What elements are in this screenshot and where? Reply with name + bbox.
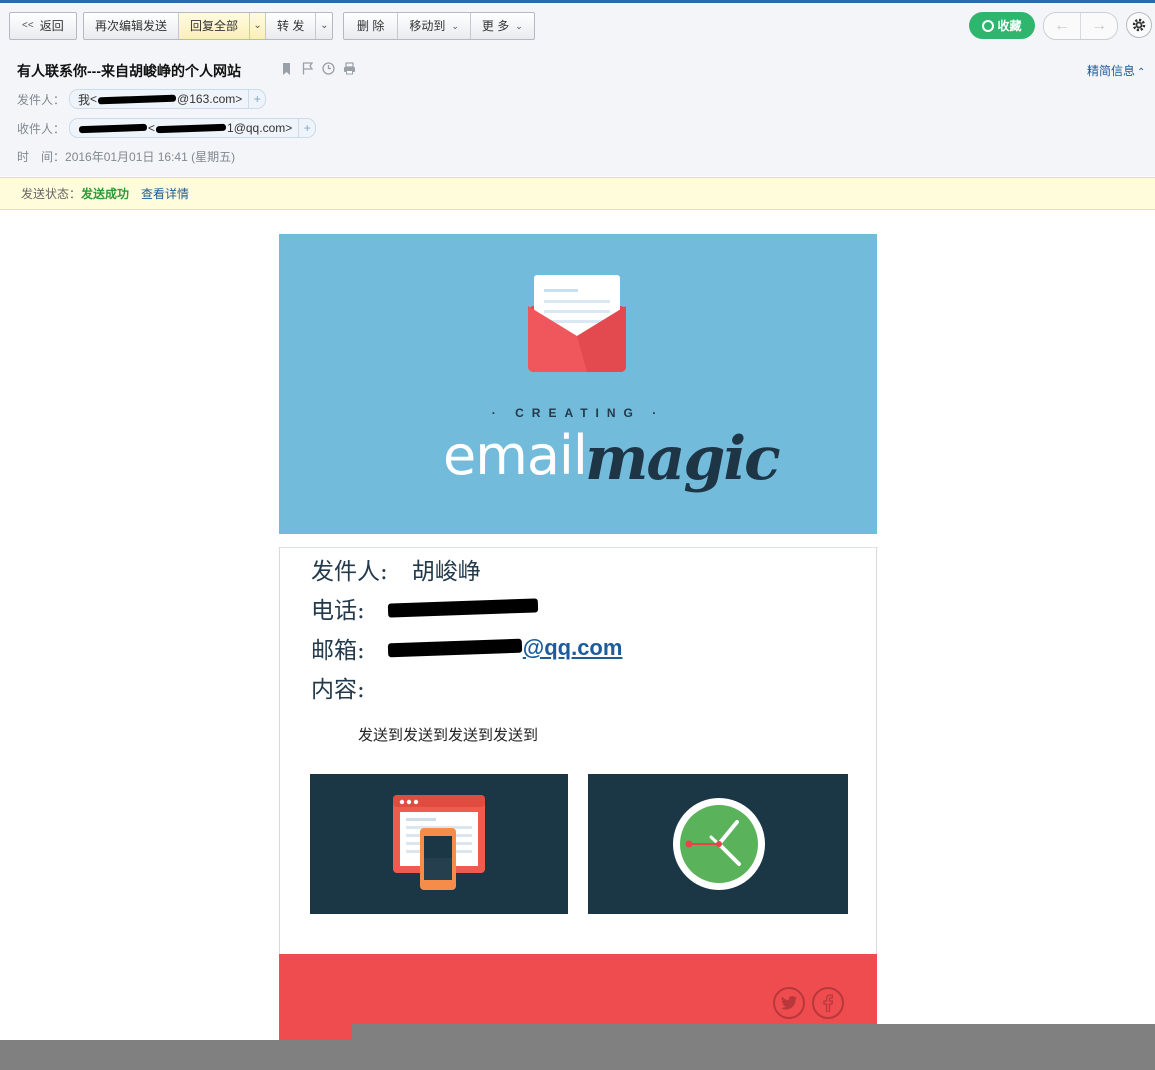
- reply-dropdown-button[interactable]: ⌄: [250, 13, 267, 39]
- email-link[interactable]: @qq.com: [387, 635, 623, 661]
- flag-icon[interactable]: [301, 62, 314, 75]
- redaction-mark: [155, 123, 227, 133]
- forward-dropdown-button[interactable]: ⌄: [316, 13, 332, 39]
- sender-domain: @163.com>: [177, 92, 243, 106]
- clock-icon[interactable]: [322, 62, 335, 75]
- delete-button[interactable]: 删 除: [344, 13, 399, 39]
- email-domain: @qq.com: [522, 635, 623, 660]
- resend-button[interactable]: 再次编辑发送: [84, 13, 180, 39]
- window-bottom-bar: [0, 1040, 1155, 1070]
- envelope-icon: [528, 275, 626, 372]
- redaction-mark: [387, 598, 538, 618]
- next-arrow-icon: →: [1091, 17, 1107, 34]
- time-row: 时 间： 2016年01月01日 16:41 (星期五): [17, 148, 235, 165]
- message-text: 发送到发送到发送到发送到: [358, 727, 539, 744]
- collapse-icon: ⌃: [1137, 67, 1146, 78]
- from-field: 发件人: 胡峻峥: [311, 552, 481, 586]
- twitter-button[interactable]: [773, 987, 805, 1019]
- brief-info-label: 精简信息: [1087, 64, 1136, 78]
- feature-tile-responsive: [310, 774, 568, 914]
- hero-title-bold: magic: [585, 424, 781, 494]
- dropdown-icon: ⌄: [253, 20, 262, 31]
- redaction-mark: [78, 123, 148, 133]
- dropdown-icon: ⌄: [320, 20, 329, 31]
- recipient-label: 收件人：: [17, 121, 66, 136]
- move-to-label: 移动到: [409, 19, 446, 33]
- content-field: 内容:: [311, 670, 365, 704]
- sender-name: 我: [78, 92, 91, 107]
- hero-subtitle: · CREATING ·: [491, 406, 665, 420]
- email-body-card: 发件人: 胡峻峥 电话: 邮箱: @qq.com 内容: 发送到发送到发送到发送…: [279, 548, 877, 954]
- content-label: 内容:: [311, 677, 365, 703]
- prev-arrow-icon: ←: [1054, 17, 1070, 34]
- add-recipient-icon[interactable]: +: [298, 119, 315, 137]
- forward-button[interactable]: 转 发: [266, 13, 317, 39]
- card-divider: [278, 534, 878, 548]
- chevron-down-icon: ⌄: [451, 21, 459, 31]
- email-hero-banner: · CREATING · email magic: [279, 234, 877, 534]
- phone-label: 电话:: [311, 598, 365, 624]
- email-label: 邮箱:: [311, 638, 365, 664]
- window-bottom-overlay: [352, 1024, 1155, 1040]
- recipient-domain: 1@qq.com>: [227, 121, 293, 135]
- phone-field: 电话:: [311, 591, 539, 625]
- facebook-icon: [823, 994, 833, 1012]
- recipient-chip[interactable]: <1@qq.com> +: [69, 118, 317, 138]
- redaction-mark: [97, 94, 177, 104]
- twitter-icon: [780, 996, 797, 1010]
- from-value: 胡峻峥: [411, 559, 481, 585]
- brief-info-link[interactable]: 精简信息 ⌃: [1087, 62, 1145, 79]
- time-label: 时 间：: [17, 150, 66, 164]
- reply-all-button[interactable]: 回复全部: [179, 13, 251, 39]
- favorite-label: 收藏: [997, 19, 1022, 33]
- responsive-devices-icon: [393, 795, 485, 890]
- back-label: 返回: [39, 19, 64, 33]
- send-status-value: 发送成功: [81, 187, 130, 201]
- redaction-mark: [387, 638, 522, 658]
- recipient-row: 收件人： <1@qq.com> +: [17, 118, 317, 138]
- favorite-icon: [982, 19, 995, 32]
- settings-gear-icon: [1132, 18, 1146, 32]
- send-status-bar: 发送状态： 发送成功 查看详情: [0, 177, 1155, 210]
- prev-mail-button[interactable]: ←: [1044, 13, 1081, 39]
- add-recipient-icon[interactable]: +: [248, 90, 265, 108]
- print-icon[interactable]: [343, 62, 356, 75]
- subject-actions: [280, 62, 356, 75]
- settings-button[interactable]: [1126, 12, 1152, 38]
- back-button[interactable]: << 返回: [10, 13, 76, 39]
- time-value: 2016年01月01日 16:41 (星期五): [65, 150, 236, 164]
- mail-nav: ← →: [1043, 12, 1118, 40]
- hero-title-light: email: [443, 424, 588, 487]
- clock-tile-icon: [673, 798, 765, 890]
- chevron-down-icon: ⌄: [515, 21, 523, 31]
- sender-chip[interactable]: 我 < @163.com> +: [69, 89, 267, 109]
- more-label: 更 多: [481, 19, 510, 33]
- back-group: << 返回: [9, 12, 77, 40]
- favorite-button[interactable]: 收藏: [969, 12, 1035, 39]
- feature-tile-clock: [588, 774, 848, 914]
- next-mail-button[interactable]: →: [1081, 13, 1117, 39]
- mail-subject: 有人联系你---来自胡峻峥的个人网站: [17, 63, 241, 79]
- send-status-label: 发送状态：: [21, 187, 82, 201]
- move-to-button[interactable]: 移动到 ⌄: [398, 13, 471, 39]
- email-field: 邮箱: @qq.com: [311, 631, 622, 665]
- manage-group: 删 除 移动到 ⌄ 更 多 ⌄: [343, 12, 535, 40]
- from-label: 发件人:: [311, 559, 388, 585]
- sender-row: 发件人： 我 < @163.com> +: [17, 89, 267, 109]
- facebook-button[interactable]: [812, 987, 844, 1019]
- more-button[interactable]: 更 多 ⌄: [471, 13, 534, 39]
- view-details-link[interactable]: 查看详情: [141, 185, 189, 202]
- back-icon: <<: [22, 20, 34, 31]
- phone-value-redacted: [387, 595, 539, 621]
- bookmark-icon[interactable]: [280, 62, 293, 75]
- sender-label: 发件人：: [17, 92, 66, 107]
- reply-group: 再次编辑发送 回复全部 ⌄ 转 发 ⌄: [83, 12, 334, 40]
